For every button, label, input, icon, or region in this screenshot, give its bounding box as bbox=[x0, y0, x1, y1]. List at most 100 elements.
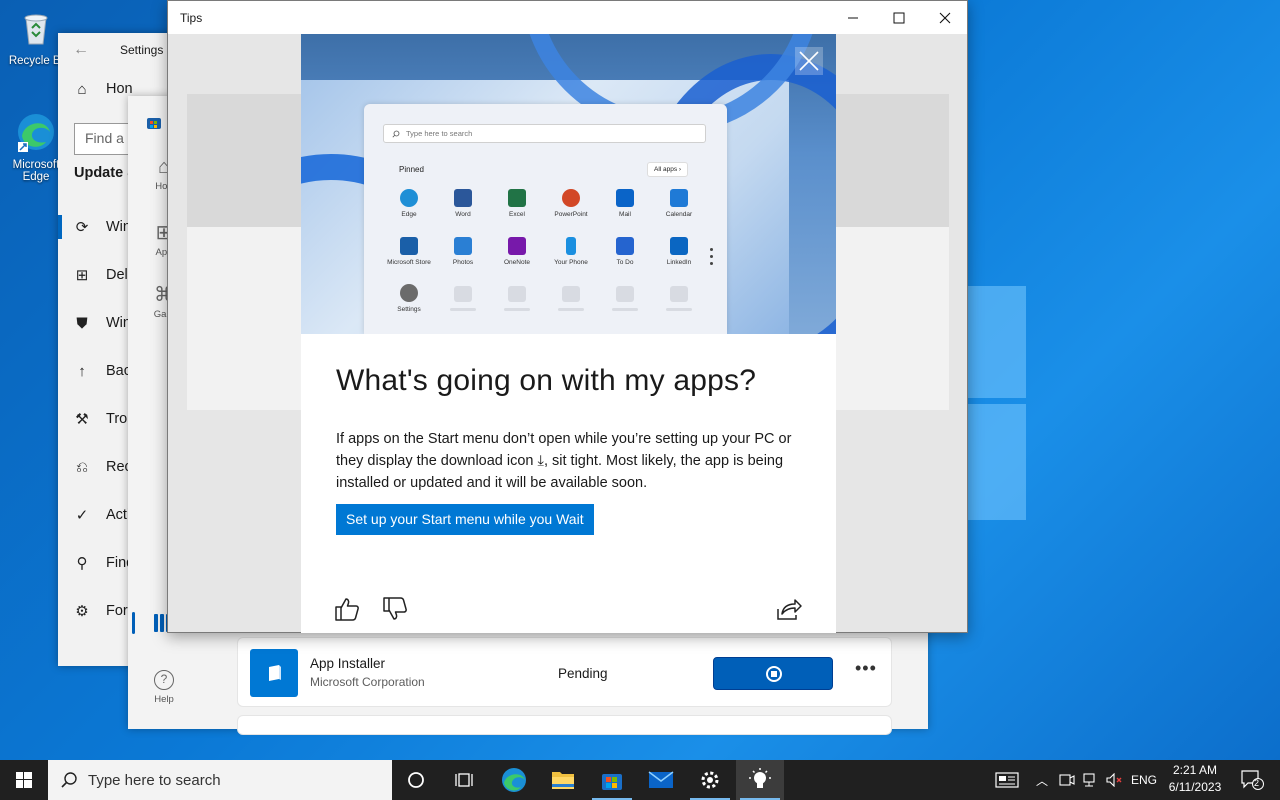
chevron-up-icon: ︿ bbox=[1035, 773, 1048, 788]
placeholder-line bbox=[558, 308, 584, 311]
taskbar-search-placeholder: Type here to search bbox=[88, 771, 221, 789]
stop-download-button[interactable] bbox=[713, 657, 833, 690]
pinned-app: Settings bbox=[382, 284, 436, 313]
pinned-app-label: LinkedIn bbox=[666, 259, 692, 266]
pinned-app: Excel bbox=[490, 189, 544, 218]
task-view-icon bbox=[455, 773, 473, 787]
taskbar-settings[interactable] bbox=[686, 760, 734, 800]
settings-nav-label: Acti bbox=[106, 507, 131, 523]
clock-time: 2:21 AM bbox=[1172, 763, 1218, 777]
mail-icon bbox=[648, 771, 674, 788]
taskbar-search-box[interactable]: Type here to search bbox=[48, 760, 392, 800]
minimize-icon bbox=[848, 17, 858, 18]
pinned-app-label: Excel bbox=[509, 211, 525, 218]
pinned-label: Pinned bbox=[399, 165, 424, 174]
placeholder-tile bbox=[562, 286, 580, 302]
pinned-app-label: Settings bbox=[397, 306, 421, 313]
placeholder-line bbox=[450, 308, 476, 311]
folder-icon bbox=[552, 772, 574, 789]
app-publisher: Microsoft Corporation bbox=[310, 675, 425, 689]
pinned-app: Mail bbox=[598, 189, 652, 218]
tips-titlebar: Tips bbox=[168, 1, 967, 34]
thumbs-down-icon[interactable] bbox=[381, 595, 409, 623]
input-language-indicator[interactable]: ENG bbox=[1128, 760, 1160, 800]
start-menu-cta-button[interactable]: Set up your Start menu while you Wait bbox=[336, 504, 594, 535]
calendar-icon bbox=[670, 189, 688, 207]
taskbar: Type here to search ︿ ENG 2:21 AM 6/11/2… bbox=[0, 760, 1280, 800]
settings-title: Settings bbox=[120, 43, 164, 57]
activation-check-icon: ✓ bbox=[75, 507, 89, 524]
placeholder-line bbox=[504, 308, 530, 311]
cortana-button[interactable] bbox=[392, 760, 440, 800]
more-options-icon[interactable]: ••• bbox=[855, 658, 877, 679]
windows-icon bbox=[16, 772, 32, 788]
help-icon: ? bbox=[154, 670, 174, 690]
pinned-app-label: Microsoft Store bbox=[387, 259, 431, 266]
word-icon bbox=[454, 189, 472, 207]
home-icon: ⌂ bbox=[77, 80, 87, 98]
maximize-icon bbox=[893, 12, 905, 23]
excel-icon bbox=[508, 189, 526, 207]
download-row bbox=[237, 715, 892, 735]
taskbar-tips[interactable] bbox=[736, 760, 784, 800]
pinned-app-label: OneNote bbox=[503, 259, 531, 266]
thumbs-up-icon[interactable] bbox=[333, 595, 361, 623]
tips-window: Tips Type here to search Pinned All apps… bbox=[167, 0, 968, 633]
taskbar-mail[interactable] bbox=[637, 760, 685, 800]
store-help-button[interactable]: ? Help bbox=[128, 670, 200, 705]
notification-count-badge: 2 bbox=[1254, 778, 1260, 788]
network-icon bbox=[1083, 773, 1095, 787]
pinned-app: Photos bbox=[436, 237, 490, 266]
news-and-interests-button[interactable] bbox=[990, 760, 1024, 800]
pinned-app-label: Word bbox=[455, 211, 471, 218]
app-status: Pending bbox=[558, 666, 608, 681]
help-label: Help bbox=[154, 694, 174, 705]
maximize-button[interactable] bbox=[876, 1, 922, 34]
pinned-app: Edge bbox=[382, 189, 436, 218]
clock[interactable]: 2:21 AM 6/11/2023 bbox=[1160, 762, 1230, 796]
delivery-optimization-icon: ⊞ bbox=[75, 267, 89, 284]
pinned-app-label: Edge bbox=[401, 211, 417, 218]
clock-date: 6/11/2023 bbox=[1168, 780, 1222, 794]
network-button[interactable] bbox=[1080, 760, 1102, 800]
placeholder-tile bbox=[616, 286, 634, 302]
camera-icon bbox=[1059, 774, 1075, 786]
close-tip-button[interactable] bbox=[795, 47, 823, 75]
edge-icon bbox=[502, 768, 526, 792]
tip-body: If apps on the Start menu don’t open whi… bbox=[336, 428, 806, 494]
settings-nav-label: For bbox=[106, 603, 128, 619]
cortana-icon bbox=[408, 772, 424, 788]
microsoft-store-icon bbox=[400, 237, 418, 255]
back-arrow-icon[interactable]: ← bbox=[58, 41, 104, 59]
pinned-app: Word bbox=[436, 189, 490, 218]
placeholder-tile bbox=[508, 286, 526, 302]
volume-button[interactable] bbox=[1104, 760, 1126, 800]
start-button[interactable] bbox=[0, 760, 48, 800]
show-hidden-icons-button[interactable]: ︿ bbox=[1032, 760, 1052, 800]
settings-home-label: Hon bbox=[106, 81, 133, 97]
pinned-app-label: To Do bbox=[616, 259, 634, 266]
action-center-button[interactable]: 2 bbox=[1232, 760, 1272, 800]
pinned-app-label: Calendar bbox=[665, 211, 693, 218]
taskbar-microsoft-store[interactable] bbox=[588, 760, 636, 800]
share-icon[interactable] bbox=[775, 595, 803, 623]
edge-icon bbox=[18, 114, 54, 152]
edge-icon bbox=[400, 189, 418, 207]
tip-card: Type here to search Pinned All apps › Ed… bbox=[301, 34, 836, 633]
news-icon bbox=[995, 772, 1019, 788]
start-search-placeholder: Type here to search bbox=[406, 129, 473, 138]
meet-now-button[interactable] bbox=[1056, 760, 1078, 800]
taskbar-edge[interactable] bbox=[490, 760, 538, 800]
start-menu-preview: Type here to search Pinned All apps › Ed… bbox=[364, 104, 727, 334]
app-installer-icon bbox=[250, 649, 298, 697]
close-button[interactable] bbox=[922, 1, 968, 34]
placeholder-tile bbox=[454, 286, 472, 302]
mail-icon bbox=[616, 189, 634, 207]
developer-icon: ⚙ bbox=[75, 603, 89, 620]
task-view-button[interactable] bbox=[440, 760, 488, 800]
taskbar-file-explorer[interactable] bbox=[539, 760, 587, 800]
pinned-app: OneNote bbox=[490, 237, 544, 266]
minimize-button[interactable] bbox=[830, 1, 876, 34]
pinned-app-label: Your Phone bbox=[554, 259, 588, 266]
page-dots-icon bbox=[710, 248, 713, 266]
